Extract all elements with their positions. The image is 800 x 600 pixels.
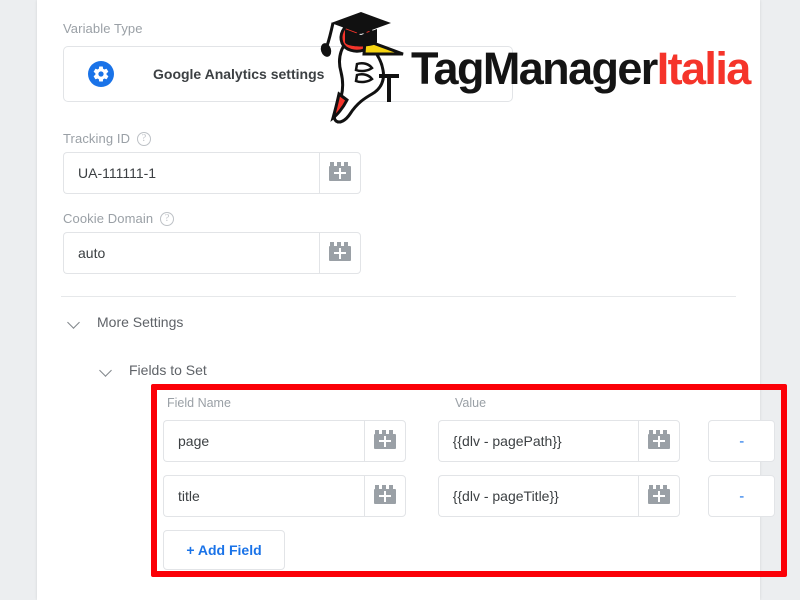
variable-picker-icon[interactable] [363, 420, 406, 462]
table-row: page {{dlv - pagePath}} - [163, 420, 775, 462]
variable-type-label: Variable Type [63, 21, 143, 36]
field-value-input[interactable]: {{dlv - pagePath}} [437, 420, 639, 462]
cookie-domain-label: Cookie Domain ? [63, 211, 175, 226]
variable-type-label-text: Variable Type [63, 21, 143, 36]
chevron-down-icon [99, 363, 113, 377]
variable-picker-icon[interactable] [363, 475, 406, 517]
chevron-down-icon [67, 315, 81, 329]
variable-picker-icon[interactable] [319, 152, 361, 194]
woodpecker-graduation-cap-icon [320, 12, 404, 124]
section-divider [61, 296, 736, 297]
lego-brick-plus-icon [329, 161, 351, 181]
lego-brick-plus-icon [648, 484, 671, 504]
field-value-input[interactable]: {{dlv - pageTitle}} [437, 475, 639, 517]
column-header-value: Value [455, 396, 487, 410]
fields-to-set-disclosure[interactable]: Fields to Set [99, 362, 207, 378]
lego-brick-plus-icon [329, 241, 351, 261]
tracking-id-input[interactable]: UA-111111-1 [63, 152, 319, 194]
tracking-id-label: Tracking ID ? [63, 131, 152, 146]
fields-to-set-label: Fields to Set [129, 362, 207, 378]
logo-word-tagmanager: TagManager [411, 42, 658, 94]
cookie-domain-row: auto [63, 232, 361, 274]
screenshot-root: Variable Type Google Analytics settings [0, 0, 800, 600]
field-name-cell: title [163, 475, 406, 517]
logo-wordmark: TagManagerItalia [411, 42, 752, 94]
tracking-id-row: UA-111111-1 [63, 152, 361, 194]
variable-settings-panel: Variable Type Google Analytics settings [37, 0, 787, 600]
fields-to-set-table: Field Name Value page {{dlv - pagePath}}… [163, 396, 775, 570]
logo-word-italia: Italia [656, 42, 752, 94]
gear-icon [88, 61, 114, 87]
more-settings-label: More Settings [97, 314, 184, 330]
table-row: title {{dlv - pageTitle}} - [163, 475, 775, 517]
tracking-id-label-text: Tracking ID [63, 131, 131, 146]
column-header-field-name: Field Name [167, 396, 231, 410]
remove-field-button[interactable]: - [708, 475, 775, 517]
field-value-cell: {{dlv - pagePath}} [437, 420, 681, 462]
cookie-domain-label-text: Cookie Domain [63, 211, 154, 226]
variable-picker-icon[interactable] [638, 475, 681, 517]
help-icon[interactable]: ? [137, 131, 152, 146]
variable-picker-icon[interactable] [638, 420, 681, 462]
variable-type-value: Google Analytics settings [153, 66, 325, 82]
cookie-domain-input[interactable]: auto [63, 232, 319, 274]
help-icon[interactable]: ? [160, 211, 175, 226]
lego-brick-plus-icon [648, 429, 671, 449]
more-settings-disclosure[interactable]: More Settings [67, 314, 183, 330]
field-name-cell: page [163, 420, 406, 462]
field-name-input[interactable]: page [163, 420, 364, 462]
field-name-input[interactable]: title [163, 475, 364, 517]
field-value-cell: {{dlv - pageTitle}} [437, 475, 681, 517]
table-header-row: Field Name Value [163, 396, 775, 410]
lego-brick-plus-icon [373, 429, 396, 449]
tagmanageritalia-logo: TagManagerItalia [317, 8, 757, 128]
remove-field-button[interactable]: - [708, 420, 775, 462]
lego-brick-plus-icon [373, 484, 396, 504]
variable-picker-icon[interactable] [319, 232, 361, 274]
add-field-button[interactable]: + Add Field [163, 530, 285, 570]
